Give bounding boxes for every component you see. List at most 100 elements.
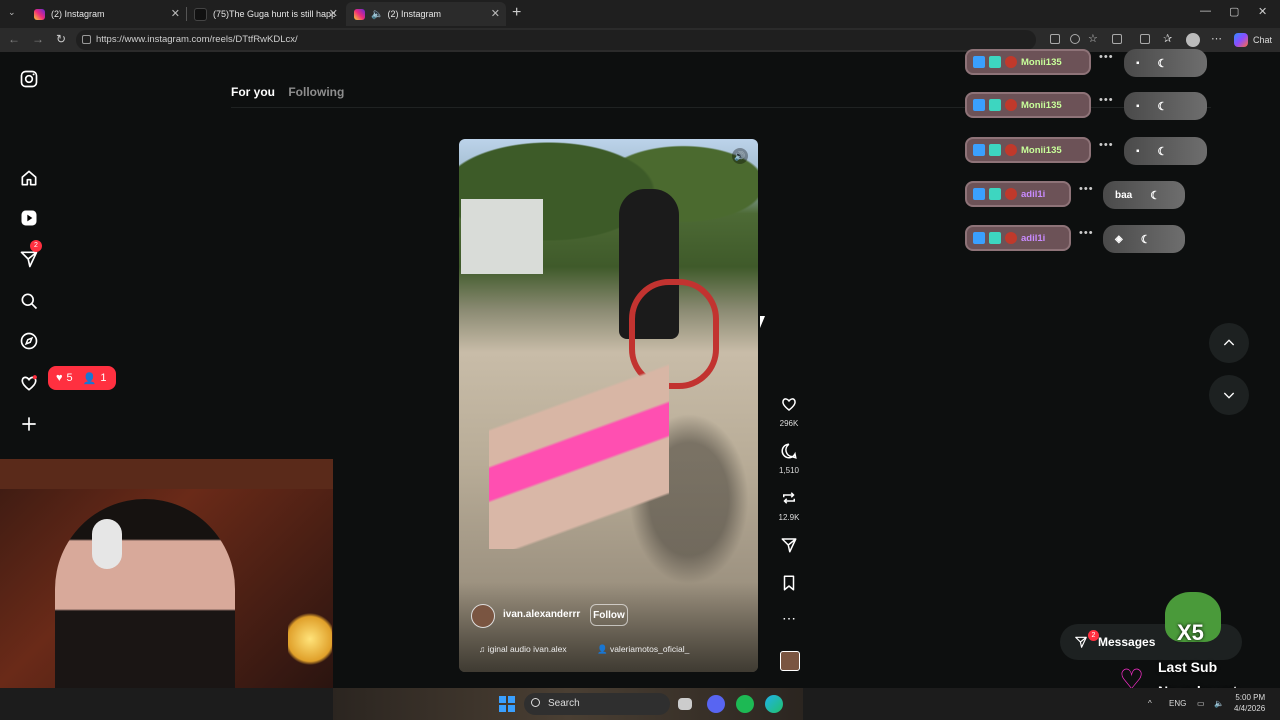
dots-icon: •••: [1099, 51, 1114, 63]
home-icon[interactable]: [19, 168, 39, 188]
close-window-button[interactable]: ✕: [1258, 5, 1267, 18]
tab-for-you[interactable]: For you: [231, 85, 275, 99]
volume-icon[interactable]: 🔈: [1214, 699, 1224, 708]
zoom-icon[interactable]: [1070, 34, 1080, 44]
tab-instagram-1[interactable]: (2) Instagram ✕: [26, 2, 186, 26]
instagram-favicon-icon: [354, 8, 365, 20]
favorites-icon[interactable]: ✰: [1163, 32, 1172, 45]
chat-label[interactable]: Chat: [1253, 35, 1272, 45]
messages-icon: [1075, 636, 1087, 648]
badge-icon: [989, 99, 1001, 111]
owner-username[interactable]: ivan.alexanderrr: [503, 609, 580, 620]
heart-icon: ♥: [56, 372, 63, 384]
refresh-icon[interactable]: ↻: [56, 32, 66, 46]
more-options[interactable]: ⋯: [779, 610, 799, 627]
comment-action[interactable]: 1,510: [779, 442, 799, 475]
more-icon[interactable]: ⋯: [1211, 32, 1222, 45]
system-clock[interactable]: 5:00 PM 4/4/2026: [1234, 692, 1265, 714]
extensions-icon[interactable]: [1112, 34, 1122, 44]
moon-icon: ☾: [1140, 233, 1151, 246]
close-tab-icon[interactable]: ✕: [329, 7, 338, 20]
explore-icon[interactable]: [19, 331, 39, 351]
next-reel-button[interactable]: [1209, 375, 1249, 415]
site-info-icon[interactable]: [82, 35, 91, 44]
maximize-button[interactable]: ▢: [1229, 5, 1239, 18]
repost-action[interactable]: 12.9K: [779, 489, 799, 522]
badge-icon: [973, 188, 985, 200]
share-action[interactable]: [779, 536, 799, 559]
audio-thumbnail[interactable]: [780, 651, 800, 671]
copilot-icon[interactable]: [1234, 33, 1248, 47]
file-explorer-icon[interactable]: [678, 698, 692, 710]
direct-messages-icon[interactable]: 2: [19, 240, 42, 269]
tab-list-chevron-icon[interactable]: ⌄: [8, 7, 16, 18]
previous-reel-button[interactable]: [1209, 323, 1249, 363]
repost-icon: [783, 492, 795, 504]
follow-button[interactable]: Follow: [590, 604, 628, 626]
windows-start-icon[interactable]: [499, 696, 515, 712]
bookmark-icon: [783, 575, 795, 591]
taskbar-search[interactable]: Search: [524, 693, 670, 715]
speaker-icon[interactable]: 🔈: [371, 9, 383, 20]
new-tab-button[interactable]: +: [512, 4, 521, 22]
chat-username: Monii135: [1021, 99, 1062, 111]
url-text: https://www.instagram.com/reels/DTtfRwKD…: [96, 34, 298, 45]
back-icon[interactable]: ←: [8, 32, 20, 46]
badge-icon: [973, 56, 985, 68]
multiplier-text: X5: [1177, 620, 1204, 645]
chat-user-pill: Monii135: [965, 137, 1091, 163]
reels-icon[interactable]: [19, 208, 39, 228]
emote-icon: ▪: [1136, 57, 1140, 69]
chat-row: Monii135 ••• ▪ ☾: [965, 137, 1207, 165]
emote-icon: [1005, 144, 1017, 156]
emote-icon: ▪: [1136, 145, 1140, 157]
create-icon[interactable]: [19, 414, 39, 434]
webcam-overlay: [0, 459, 333, 688]
minimize-button[interactable]: —: [1200, 5, 1211, 17]
emote-icon: [1005, 188, 1017, 200]
tab-following[interactable]: Following: [288, 85, 344, 99]
like-action[interactable]: 296K: [779, 395, 799, 428]
audio-label[interactable]: ♫ iginal audio ivan.alex: [479, 644, 567, 654]
owner-avatar[interactable]: [471, 604, 495, 628]
favorite-star-icon[interactable]: ☆: [1088, 32, 1098, 45]
close-tab-icon[interactable]: ✕: [171, 7, 180, 20]
search-icon: [531, 698, 540, 707]
tray-chevron-icon[interactable]: ^: [1148, 699, 1152, 708]
edge-icon[interactable]: [765, 695, 783, 713]
chevron-up-icon: [1223, 339, 1235, 346]
spotify-icon[interactable]: [736, 695, 754, 713]
instagram-logo-icon[interactable]: [19, 69, 39, 89]
dots-icon: •••: [1079, 183, 1094, 195]
language-indicator[interactable]: ENG: [1169, 699, 1186, 708]
mouse-cursor: [760, 316, 765, 328]
chat-username: Monii135: [1021, 56, 1062, 68]
save-action[interactable]: [779, 574, 799, 597]
tab-instagram-active[interactable]: 🔈 (2) Instagram ✕: [346, 2, 506, 26]
tagged-username: valeriamotos_oficial_: [609, 644, 690, 654]
more-dots-icon: ⋯: [782, 610, 796, 626]
tab-tiktok[interactable]: (75)The Guga hunt is still happenin ✕: [186, 2, 344, 26]
clock-date: 4/4/2026: [1234, 704, 1266, 713]
tagged-user[interactable]: 👤 valeriamotos_oficial_: [597, 644, 689, 655]
reel-video[interactable]: 🔊 ivan.alexanderrr Follow ♫ iginal audio…: [459, 139, 758, 672]
chat-user-pill: Monii135: [965, 49, 1091, 75]
moon-icon: ☾: [1157, 100, 1168, 113]
chat-response: ▪ ☾: [1124, 137, 1207, 165]
chat-username: adil1i: [1021, 188, 1046, 200]
webcam-lamp: [288, 609, 332, 669]
discord-icon[interactable]: [707, 695, 725, 713]
collections-icon[interactable]: [1140, 34, 1150, 44]
share-icon: [781, 538, 797, 553]
app-available-icon[interactable]: [1050, 34, 1060, 44]
notifications-heart-icon[interactable]: [19, 373, 39, 393]
close-tab-icon[interactable]: ✕: [491, 7, 500, 20]
url-bar[interactable]: https://www.instagram.com/reels/DTtfRwKD…: [76, 30, 1036, 50]
activity-tooltip[interactable]: ♥ 5 👤 1: [48, 366, 116, 390]
volume-icon[interactable]: 🔊: [732, 148, 748, 164]
profile-avatar[interactable]: [1186, 33, 1200, 47]
forward-icon[interactable]: →: [32, 32, 44, 46]
network-icon[interactable]: ▭: [1197, 699, 1205, 708]
tab-label: (2) Instagram: [387, 9, 441, 19]
search-icon[interactable]: [19, 291, 39, 311]
